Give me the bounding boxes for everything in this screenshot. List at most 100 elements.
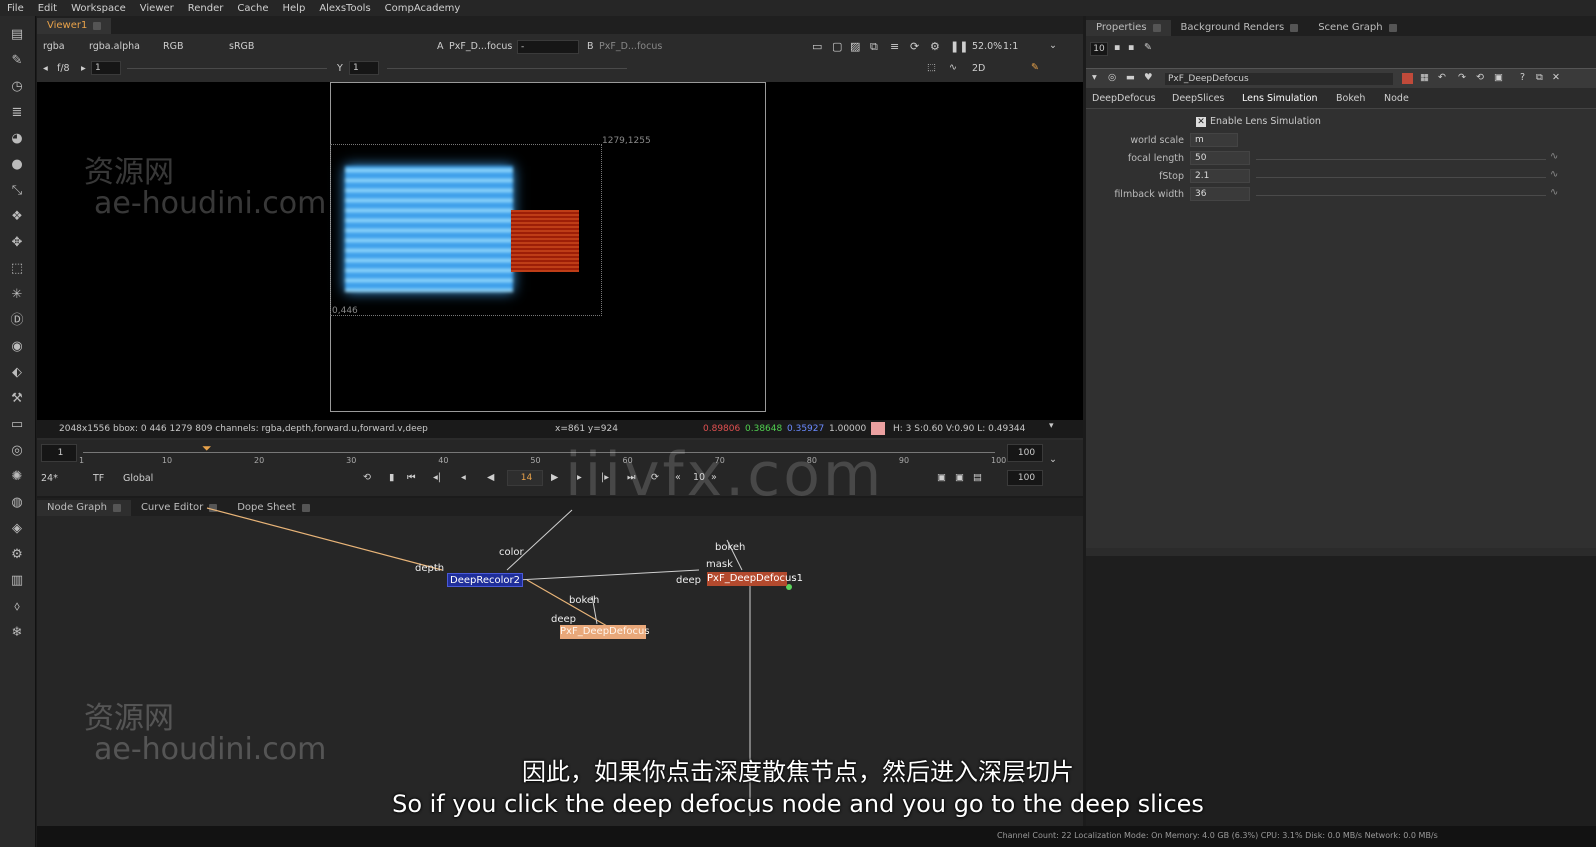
chevron-down-icon[interactable]: ⌄ [1049,40,1057,51]
world-scale-dropdown[interactable]: m [1190,133,1238,147]
node-deep-recolor[interactable]: DeepRecolor2 [447,573,523,587]
view-mode-dropdown[interactable]: 2D [972,63,985,74]
image-icon[interactable]: ▤ [8,26,26,44]
lock-icon[interactable]: ▤ [973,472,982,483]
node-name-field[interactable]: PxF_DeepDefocus [1164,72,1394,86]
menu-workspace[interactable]: Workspace [64,3,133,14]
flipbook-icon[interactable]: ▣ [937,472,946,483]
metadata-icon[interactable]: ⬖ [8,364,26,382]
keyer-icon[interactable]: ⤡ [8,182,26,200]
record-icon[interactable]: ▣ [955,472,964,483]
current-frame-field[interactable]: 14 [507,470,543,486]
clip-icon[interactable]: ▢ [832,40,842,53]
transform-icon[interactable]: ✥ [8,234,26,252]
node-deep-defocus[interactable]: PxF_DeepDefocus1 [707,572,803,586]
tab-background-renders[interactable]: Background Renders [1171,20,1309,36]
alpha-dropdown[interactable]: rgba.alpha [89,41,140,52]
toolsets-icon[interactable]: ⚒ [8,390,26,408]
tab-properties[interactable]: Properties [1086,20,1171,36]
plugin-icon[interactable]: ✺ [8,468,26,486]
revert-icon[interactable]: ⟲ [1476,72,1484,83]
menu-render[interactable]: Render [181,3,231,14]
tf-dropdown[interactable]: TF [93,473,104,484]
pause-icon[interactable]: ❚❚ [950,40,968,53]
merge-icon[interactable]: ❖ [8,208,26,226]
subtab-lens-simulation[interactable]: Lens Simulation [1242,93,1318,104]
gamma-slider[interactable] [387,68,627,69]
global-dropdown[interactable]: Global [123,473,153,484]
minimize-icon[interactable]: ▬ [1126,72,1135,83]
caret-down-icon[interactable]: ▾ [1049,421,1054,431]
first-frame-icon[interactable]: ⏮ [407,472,416,483]
colorspace-dropdown[interactable]: sRGB [229,41,254,52]
deep-icon[interactable]: Ⓓ [8,312,26,330]
animation-icon[interactable]: ∿ [1550,169,1558,180]
furnace-icon[interactable]: ◎ [8,442,26,460]
max-panels-field[interactable]: 10 [1090,42,1108,56]
fstop-field[interactable]: 2.1 [1190,169,1250,183]
zoom-readout[interactable]: 52.0% [972,41,1002,52]
menu-help[interactable]: Help [276,3,313,14]
fstop-slider[interactable] [1256,177,1546,178]
tab-viewer1[interactable]: Viewer1 [37,18,112,34]
lock-icon[interactable]: ▪ [1114,42,1120,53]
menu-edit[interactable]: Edit [31,3,64,14]
close-icon[interactable] [1152,24,1161,32]
help-icon[interactable]: ◎ [1108,72,1116,83]
close-icon[interactable] [93,22,102,30]
mask-icon[interactable]: ▨ [850,40,860,53]
ofx-icon[interactable]: ◍ [8,494,26,512]
menu-viewer[interactable]: Viewer [133,3,181,14]
color-picker-icon[interactable]: ▦ [1420,72,1429,83]
menu-compacademy[interactable]: CompAcademy [378,3,468,14]
animation-icon[interactable]: ∿ [1550,187,1558,198]
rgb-dropdown[interactable]: RGB [163,41,183,52]
marker-icon[interactable]: ▮ [389,472,394,483]
script-icon[interactable]: ▥ [8,572,26,590]
play-icon[interactable]: ▶ [551,472,558,483]
other-icon[interactable]: ▭ [8,416,26,434]
draw-icon[interactable]: ✎ [8,52,26,70]
edit-icon[interactable]: ✎ [1144,42,1152,53]
filter-icon[interactable]: ● [8,156,26,174]
enable-lens-checkbox[interactable]: ✕ [1196,117,1206,127]
particles-icon[interactable]: ✳ [8,286,26,304]
menu-cache[interactable]: Cache [230,3,275,14]
roi-icon[interactable]: ▭ [812,40,822,53]
save-icon[interactable]: ▣ [1494,72,1503,83]
play-back-icon[interactable]: ◀ [487,472,494,483]
pin-icon[interactable]: ♥ [1144,72,1153,83]
color-icon[interactable]: ◕ [8,130,26,148]
subtab-bokeh[interactable]: Bokeh [1336,93,1365,104]
node-color-swatch[interactable] [1402,73,1413,84]
channel-icon[interactable]: ≣ [8,104,26,122]
help-question-icon[interactable]: ? [1520,72,1525,83]
time-icon[interactable]: ◷ [8,78,26,96]
subtab-deepdefocus[interactable]: DeepDefocus [1092,93,1156,104]
chevron-down-icon[interactable]: ⌄ [1049,454,1057,465]
viewer-canvas[interactable]: 1279,1255 0,446 [37,82,1083,420]
drop-icon[interactable]: ⬨ [8,598,26,616]
prev-key-icon[interactable]: ◂| [433,472,441,483]
subtab-deepslices[interactable]: DeepSlices [1172,93,1224,104]
fps-dropdown[interactable]: 24* [41,473,58,484]
gain-field[interactable]: 1 [91,61,121,75]
float-icon[interactable]: ▪ [1128,42,1134,53]
float-panel-icon[interactable]: ⧉ [1536,72,1543,83]
gamma-field[interactable]: 1 [349,61,379,75]
redo-icon[interactable]: ↷ [1458,72,1466,83]
in-frame-field[interactable]: 1 [41,444,77,462]
menu-file[interactable]: File [0,3,31,14]
close-icon[interactable]: ✕ [1552,72,1560,83]
filmback-width-field[interactable]: 36 [1190,187,1250,201]
grid-icon[interactable]: ⬚ [927,62,936,73]
undo-icon[interactable]: ↶ [1438,72,1446,83]
subtab-node[interactable]: Node [1384,93,1409,104]
focal-length-field[interactable]: 50 [1190,151,1250,165]
step-back-icon[interactable]: ◂ [461,472,466,483]
gizmo-icon[interactable]: ◈ [8,520,26,538]
filmback-width-slider[interactable] [1256,195,1546,196]
focal-length-slider[interactable] [1256,159,1546,160]
prev-frame-icon[interactable]: ◂ [43,63,48,74]
channels-dropdown[interactable]: rgba [43,41,65,52]
